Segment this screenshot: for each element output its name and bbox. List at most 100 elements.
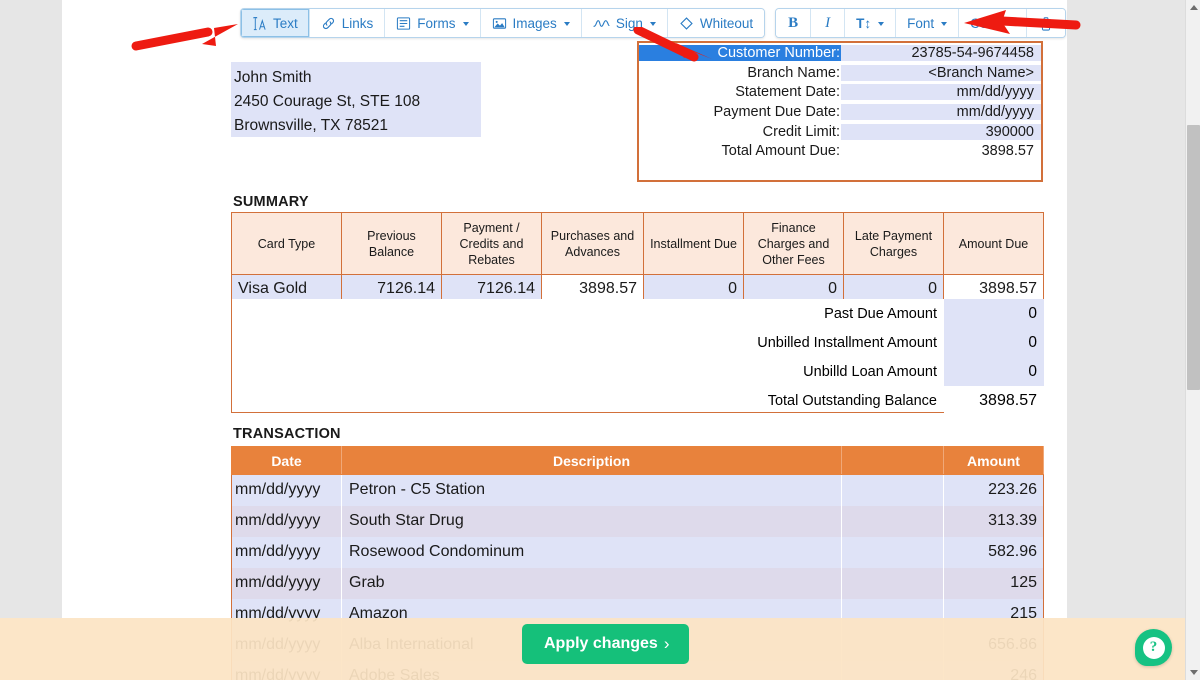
font-button-label: Font	[907, 15, 935, 31]
tool-images-button[interactable]: Images	[480, 9, 582, 37]
summary-total-label: Total Outstanding Balance	[767, 392, 937, 409]
italic-icon: I	[825, 14, 831, 31]
address-line-3: Brownsville, TX 78521	[234, 117, 388, 134]
tool-links-label: Links	[341, 15, 374, 31]
chevron-down-icon	[1009, 22, 1016, 26]
tool-text-button[interactable]: Text	[241, 9, 310, 37]
help-button[interactable]: ?	[1135, 629, 1172, 666]
info-row[interactable]: Total Amount Due: 3898.57	[639, 141, 1041, 161]
transaction-amount: 582.96	[943, 536, 1044, 568]
info-value: mm/dd/yyyy	[841, 84, 1041, 101]
tool-whiteout-label: Whiteout	[699, 15, 754, 31]
transaction-section-title: TRANSACTION	[233, 426, 341, 442]
info-value: 390000	[841, 123, 1041, 140]
format-bold-button[interactable]: B	[776, 9, 812, 37]
summary-totals-block: Past Due Amount 0 Unbilled Installment Amo…	[231, 299, 1044, 415]
summary-header-cell: Late Payment Charges	[843, 212, 944, 275]
transaction-row[interactable]: mm/dd/yyyy Petron - C5 Station 223.26	[231, 474, 1044, 506]
transaction-description: Petron - C5 Station	[341, 474, 842, 506]
tool-whiteout-button[interactable]: Whiteout	[667, 9, 765, 37]
summary-header-cell: Payment / Credits and Rebates	[441, 212, 542, 275]
color-button-label: Color	[970, 15, 1003, 31]
apply-changes-button[interactable]: Apply changes ›	[522, 624, 690, 664]
apply-changes-label: Apply changes	[544, 635, 658, 652]
summary-total-row: Past Due Amount 0	[232, 299, 1044, 328]
address-line-1: John Smith	[234, 69, 312, 86]
format-font-button[interactable]: Font	[896, 9, 960, 37]
transaction-date: mm/dd/yyyy	[231, 505, 342, 537]
summary-total-row: Unbilled Installment Amount 0	[232, 328, 1044, 357]
summary-total-value[interactable]: 0	[944, 299, 1044, 328]
transaction-spacer-cell	[841, 474, 944, 506]
delete-button[interactable]	[1027, 9, 1066, 37]
signature-icon	[593, 16, 610, 31]
tool-images-label: Images	[512, 15, 557, 31]
transaction-row[interactable]: mm/dd/yyyy South Star Drug 313.39	[231, 505, 1044, 537]
summary-header-cell: Finance Charges and Other Fees	[743, 212, 844, 275]
transaction-description: South Star Drug	[341, 505, 842, 537]
toolbar-tools-group: Text Links Forms Images Sign Whiteout	[240, 8, 766, 38]
transaction-spacer-cell	[841, 567, 944, 599]
info-row[interactable]: Statement Date: mm/dd/yyyy	[639, 82, 1041, 102]
info-row[interactable]: Payment Due Date: mm/dd/yyyy	[639, 102, 1041, 122]
format-font-size-button[interactable]: T↕	[845, 9, 897, 37]
account-info-box: Customer Number: 23785-54-9674458 Branch N…	[637, 41, 1043, 182]
recipient-address-block[interactable]: John Smith 2450 Courage St, STE 108 Brow…	[231, 62, 481, 137]
document-body: John Smith 2450 Courage St, STE 108 Brow…	[0, 0, 1200, 680]
chevron-right-icon: ›	[663, 634, 670, 653]
scroll-down-arrow[interactable]	[1186, 665, 1200, 680]
pdf-editor-window: Text Links Forms Images Sign Whiteout B …	[0, 0, 1200, 680]
tool-sign-label: Sign	[615, 15, 643, 31]
summary-total-value[interactable]: 0	[944, 328, 1044, 357]
eraser-icon	[679, 16, 694, 31]
info-row[interactable]: Credit Limit: 390000	[639, 122, 1041, 142]
chevron-down-icon	[878, 22, 885, 26]
address-line-2: 2450 Courage St, STE 108	[234, 93, 421, 110]
transaction-row[interactable]: mm/dd/yyyy Grab 125	[231, 567, 1044, 599]
font-size-icon: T↕	[856, 15, 872, 31]
text-cursor-icon	[252, 16, 267, 31]
chevron-down-icon	[649, 22, 656, 26]
summary-total-value[interactable]: 0	[944, 357, 1044, 386]
format-color-button[interactable]: Color	[959, 9, 1028, 37]
summary-total-value[interactable]: 3898.57	[944, 386, 1044, 415]
format-italic-button[interactable]: I	[811, 9, 846, 37]
info-row[interactable]: Branch Name: <Branch Name>	[639, 63, 1041, 83]
summary-header-cell: Card Type	[231, 212, 342, 275]
summary-table: Card Type Previous Balance Payment / Credi…	[231, 212, 1044, 304]
info-label: Total Amount Due:	[721, 143, 841, 160]
info-label: Statement Date:	[735, 84, 840, 101]
tool-links-button[interactable]: Links	[309, 9, 386, 37]
transaction-header-spacer	[841, 446, 944, 475]
summary-total-row: Unbilld Loan Amount 0	[232, 357, 1044, 386]
scrollbar-thumb[interactable]	[1187, 125, 1200, 390]
info-label: Payment Due Date:	[713, 103, 840, 120]
form-icon	[396, 16, 411, 31]
summary-header-row: Card Type Previous Balance Payment / Credi…	[231, 212, 1044, 275]
bold-icon: B	[788, 14, 799, 31]
transaction-header-row: Date Description Amount	[231, 446, 1044, 475]
summary-header-cell: Amount Due	[943, 212, 1044, 275]
summary-header-cell: Installment Due	[643, 212, 744, 275]
info-label: Credit Limit:	[762, 123, 840, 140]
summary-header-cell: Previous Balance	[341, 212, 442, 275]
vertical-scrollbar[interactable]	[1185, 0, 1200, 680]
tool-sign-button[interactable]: Sign	[581, 9, 668, 37]
image-icon	[492, 16, 507, 31]
link-icon	[321, 16, 336, 31]
transaction-row[interactable]: mm/dd/yyyy Rosewood Condominum 582.96	[231, 536, 1044, 568]
question-mark-icon: ?	[1142, 636, 1165, 659]
info-value: 3898.57	[841, 143, 1041, 160]
info-value: 23785-54-9674458	[841, 44, 1041, 61]
tool-text-label: Text	[273, 15, 298, 31]
transaction-spacer-cell	[841, 536, 944, 568]
transaction-description: Rosewood Condominum	[341, 536, 842, 568]
transaction-amount: 313.39	[943, 505, 1044, 537]
summary-header-cell: Purchases and Advances	[541, 212, 644, 275]
transaction-header-description: Description	[341, 446, 842, 475]
info-row[interactable]: Customer Number: 23785-54-9674458	[639, 43, 1041, 63]
toolbar-format-group: B I T↕ Font Color	[775, 8, 1067, 38]
tool-forms-button[interactable]: Forms	[385, 9, 481, 37]
scroll-up-arrow[interactable]	[1186, 0, 1200, 15]
info-value: mm/dd/yyyy	[841, 103, 1041, 120]
